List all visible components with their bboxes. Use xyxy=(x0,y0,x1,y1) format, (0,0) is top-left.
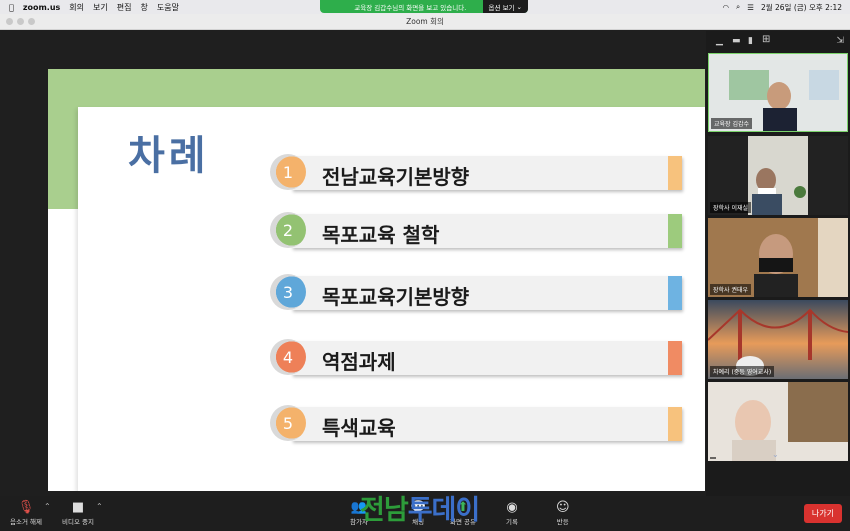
participant-tile-4[interactable]: 차예리 (중등 영어교사) xyxy=(708,300,848,379)
screen-share-banner: 교육장 김갑수님의 화면을 보고 있습니다. 옵션 보기 ⌄ xyxy=(320,0,528,13)
minimize-dot[interactable] xyxy=(17,18,24,25)
unmute-label: 음소거 해제 xyxy=(10,518,42,526)
toc-item-number: 1 xyxy=(276,160,300,184)
toc-number-circle: 2 xyxy=(270,212,306,248)
close-dot[interactable] xyxy=(6,18,13,25)
record-button[interactable]: ◉ 기록 xyxy=(506,500,518,526)
slide-green-side xyxy=(48,69,78,209)
toc-item-bar: 목포교육 철학 xyxy=(292,214,682,248)
toc-item-number: 2 xyxy=(276,218,300,242)
menu-edit[interactable]: 편집 xyxy=(117,2,132,13)
toc-item-label: 전남교육기본방향 xyxy=(322,165,470,189)
exit-fullscreen-icon[interactable]: ⇲ xyxy=(836,36,844,46)
toc-number-circle: 1 xyxy=(270,154,306,190)
apple-icon[interactable]:  xyxy=(9,3,14,12)
toc-item-tab xyxy=(668,156,682,190)
window-titlebar: Zoom 회의 xyxy=(0,14,850,30)
toc-item-label: 목포교육 철학 xyxy=(322,223,440,247)
toc-item-bar: 역점과제 xyxy=(292,341,682,375)
toc-item-tab xyxy=(668,276,682,310)
gallery-controls: ▁ ▬ ▮ ⊞ ⇲ xyxy=(706,31,850,53)
shared-slide: 차례 전남교육기본방향 1 목포교육 철학 2 목포교육기본방향 3 역점과제 4 특색교육 5 xyxy=(48,69,705,491)
slide-green-band xyxy=(48,69,705,107)
toc-item-bar: 목포교육기본방향 xyxy=(292,276,682,310)
view-strip-icon[interactable]: ▬ xyxy=(732,36,741,46)
record-label: 기록 xyxy=(506,518,518,526)
stop-video-button[interactable]: ■ 비디오 중지 xyxy=(62,500,94,526)
participant-name: 장학사 권태우 xyxy=(710,284,752,295)
toc-item-number: 3 xyxy=(276,280,300,304)
share-banner-text: 교육장 김갑수님의 화면을 보고 있습니다. xyxy=(354,3,467,12)
stop-video-label: 비디오 중지 xyxy=(62,518,94,526)
video-options-chevron-icon[interactable]: ⌃ xyxy=(96,502,103,511)
toc-item: 목포교육 철학 2 xyxy=(270,212,705,250)
video-camera-icon: ■ xyxy=(71,500,85,515)
toc-item-label: 목포교육기본방향 xyxy=(322,285,470,309)
menu-meeting[interactable]: 회의 xyxy=(69,2,84,13)
scroll-down-icon[interactable]: ⌄ xyxy=(772,450,779,459)
toc-item: 전남교육기본방향 1 xyxy=(270,154,705,192)
microphone-muted-icon: 🎙 xyxy=(17,500,35,515)
toc-item: 특색교육 5 xyxy=(270,405,705,443)
minimize-icon[interactable]: ▁ xyxy=(716,36,723,46)
toc-item-tab xyxy=(668,407,682,441)
wifi-icon[interactable]: ◠ xyxy=(722,3,729,12)
unmute-button[interactable]: 🎙 음소거 해제 xyxy=(10,500,42,526)
view-options-button[interactable]: 옵션 보기 ⌄ xyxy=(482,0,528,13)
toc-item-number: 4 xyxy=(276,345,300,369)
toc-item-number: 5 xyxy=(276,411,300,435)
audio-options-chevron-icon[interactable]: ⌃ xyxy=(44,502,51,511)
menu-window[interactable]: 창 xyxy=(141,2,148,13)
watermark-part1: 전남 xyxy=(360,495,409,526)
view-side-icon[interactable]: ▮ xyxy=(748,36,753,46)
leave-meeting-button[interactable]: 나가기 xyxy=(803,504,842,523)
slide-title: 차례 xyxy=(128,133,210,179)
shared-screen-area: 차례 전남교육기본방향 1 목포교육 철학 2 목포교육기본방향 3 역점과제 4 특색교육 5 xyxy=(0,31,706,496)
participant-name xyxy=(710,457,716,459)
participant-name: 차예리 (중등 영어교사) xyxy=(710,366,775,377)
menu-app[interactable]: zoom.us xyxy=(23,3,60,12)
participant-tile-3[interactable]: 장학사 권태우 xyxy=(708,218,848,297)
gallery-grid-icon[interactable]: ⊞ xyxy=(762,34,770,45)
toc-item-tab xyxy=(668,214,682,248)
menu-help[interactable]: 도움말 xyxy=(157,2,179,13)
toc-number-circle: 4 xyxy=(270,339,306,375)
search-icon[interactable]: ⌕ xyxy=(736,2,740,12)
zoom-dot[interactable] xyxy=(28,18,35,25)
watermark-part2: 투데이 xyxy=(407,495,481,526)
toc-number-circle: 5 xyxy=(270,405,306,441)
toc-item-label: 특색교육 xyxy=(322,416,396,440)
participant-name: 교육장 김갑수 xyxy=(711,118,753,129)
watermark-logo: 전남투데이 xyxy=(360,488,481,527)
participant-gallery: ▁ ▬ ▮ ⊞ ⇲ 교육장 김갑수 장학사 이재실 장학사 권태우 차예리 (중… xyxy=(706,31,850,496)
toc-item-bar: 전남교육기본방향 xyxy=(292,156,682,190)
reactions-label: 반응 xyxy=(556,518,569,526)
reactions-icon: ☺ xyxy=(556,500,570,515)
menubar-datetime[interactable]: 2월 26일 (금) 오후 2:12 xyxy=(761,2,842,13)
participant-name: 장학사 이재실 xyxy=(710,202,752,213)
toc-item: 역점과제 4 xyxy=(270,339,705,377)
chevron-down-icon: ⌄ xyxy=(516,2,522,11)
toc-item-label: 역점과제 xyxy=(322,350,396,374)
toc-number-circle: 3 xyxy=(270,274,306,310)
record-icon: ◉ xyxy=(506,500,518,515)
toc-item-bar: 특색교육 xyxy=(292,407,682,441)
participant-tile-5[interactable]: ⌄ xyxy=(708,382,848,461)
window-title: Zoom 회의 xyxy=(406,17,444,26)
menu-view[interactable]: 보기 xyxy=(93,2,108,13)
toc-item-tab xyxy=(668,341,682,375)
participant-tile-2[interactable]: 장학사 이재실 xyxy=(708,136,848,215)
toc-item: 목포교육기본방향 3 xyxy=(270,274,705,312)
window-controls[interactable] xyxy=(6,18,35,25)
participant-tile-1[interactable]: 교육장 김갑수 xyxy=(708,53,848,132)
control-center-icon[interactable]: ☰ xyxy=(747,3,754,12)
reactions-button[interactable]: ☺ 반응 xyxy=(556,500,570,526)
